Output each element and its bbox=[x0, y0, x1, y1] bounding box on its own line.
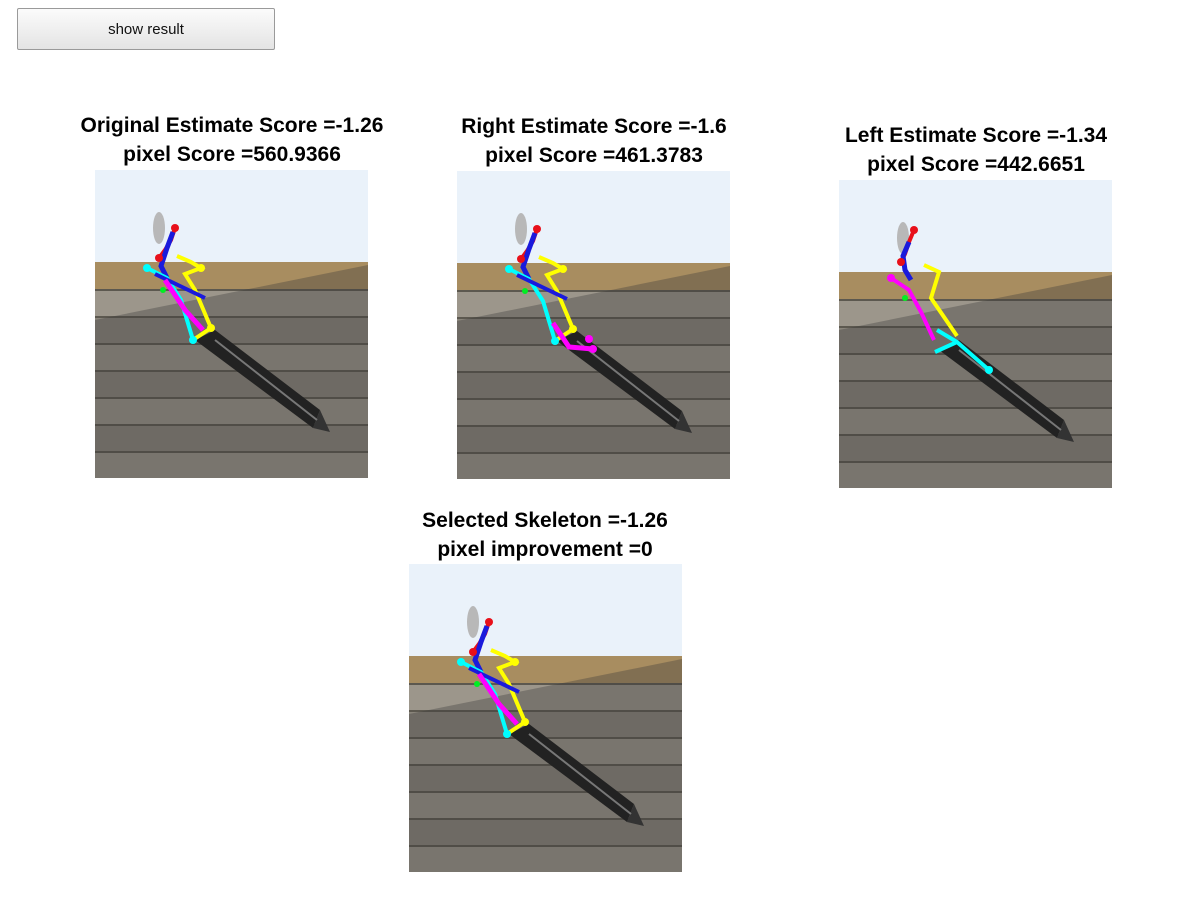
selected-pixel-improvement: pixel improvement =0 bbox=[437, 538, 653, 561]
left-score: Left Estimate Score =-1.34 bbox=[844, 124, 1108, 147]
right-pixel-score: pixel Score =461.3783 bbox=[485, 144, 703, 167]
left-image bbox=[839, 180, 1112, 488]
original-pixel-score: pixel Score =560.9366 bbox=[123, 143, 341, 166]
right-title: Right Estimate Score =-1.6 pixel Score =… bbox=[414, 112, 774, 170]
selected-title: Selected Skeleton =-1.26 pixel improveme… bbox=[365, 506, 725, 564]
right-score: Right Estimate Score =-1.6 bbox=[461, 115, 727, 138]
show-result-button[interactable]: show result bbox=[17, 8, 275, 50]
selected-score: Selected Skeleton =-1.26 bbox=[422, 509, 668, 532]
right-image bbox=[457, 171, 730, 479]
selected-image bbox=[409, 564, 682, 872]
original-title: Original Estimate Score =-1.26 pixel Sco… bbox=[52, 111, 412, 169]
left-pixel-score: pixel Score =442.6651 bbox=[867, 153, 1085, 176]
left-title: Left Estimate Score =-1.34 pixel Score =… bbox=[796, 121, 1156, 179]
original-image bbox=[95, 170, 368, 478]
original-score: Original Estimate Score =-1.26 bbox=[80, 114, 384, 137]
